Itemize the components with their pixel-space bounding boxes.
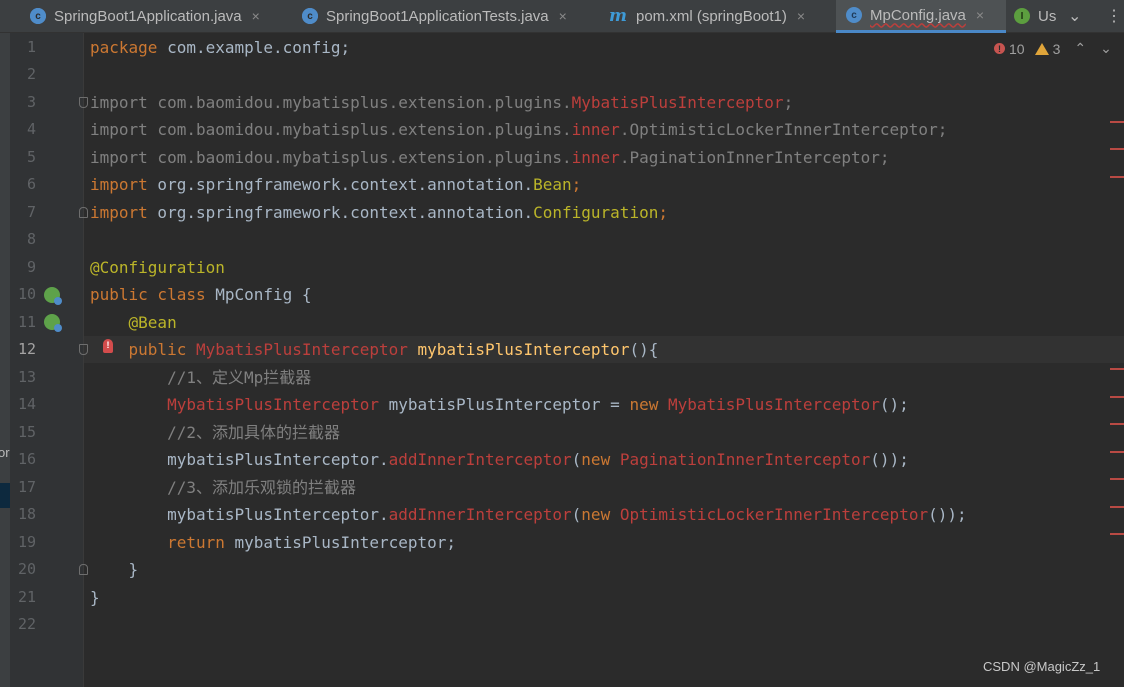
error-count: 10 — [1009, 40, 1025, 57]
line-number: 15 — [17, 423, 36, 441]
error-stripe-mark[interactable] — [1110, 148, 1124, 150]
error-stripe-mark[interactable] — [1110, 368, 1124, 370]
code-line-6: import org.springframework.context.annot… — [90, 175, 582, 194]
line-number: 7 — [26, 203, 36, 221]
line-number: 17 — [17, 478, 36, 496]
code-line-4: import com.baomidou.mybatisplus.extensio… — [90, 120, 948, 139]
line-number: 9 — [26, 258, 36, 276]
error-stripe-mark[interactable] — [1110, 423, 1124, 425]
line-number: 22 — [17, 615, 36, 633]
code-line-14: MybatisPlusInterceptor mybatisPlusInterc… — [167, 395, 909, 414]
error-stripe-mark[interactable] — [1110, 451, 1124, 453]
code-line-3: import com.baomidou.mybatisplus.extensio… — [90, 93, 794, 112]
inspection-widget[interactable]: ! 10 3 ⌃ ⌄ — [994, 40, 1112, 57]
error-stripe-mark[interactable] — [1110, 121, 1124, 123]
tab-springboot1application[interactable]: c SpringBoot1Application.java × — [30, 0, 298, 32]
code-line-13: //1、定义Mp拦截器 — [167, 368, 312, 387]
close-icon[interactable]: × — [252, 8, 260, 24]
next-problem-button[interactable]: ⌄ — [1100, 40, 1112, 57]
code-line-16: mybatisPlusInterceptor.addInnerIntercept… — [167, 450, 909, 469]
editor-tab-bar: c SpringBoot1Application.java × c Spring… — [0, 0, 1124, 33]
error-icon: ! — [994, 43, 1005, 54]
more-vertical-icon: ⋮ — [1106, 8, 1122, 25]
spring-bean-icon[interactable] — [44, 287, 62, 305]
code-line-7: import org.springframework.context.annot… — [90, 203, 668, 222]
line-number: 10 — [17, 285, 36, 303]
error-stripe-mark[interactable] — [1110, 533, 1124, 535]
tab-springboot1applicationtests[interactable]: c SpringBoot1ApplicationTests.java × — [302, 0, 602, 32]
tab-label: Us — [1038, 7, 1057, 25]
tab-mpconfig[interactable]: c MpConfig.java × — [836, 0, 1006, 33]
error-stripe-mark[interactable] — [1110, 506, 1124, 508]
line-number: 3 — [26, 93, 36, 111]
close-icon[interactable]: × — [559, 8, 567, 24]
tab-pom-xml[interactable]: m pom.xml (springBoot1) × — [608, 0, 834, 32]
code-line-15: //2、添加具体的拦截器 — [167, 423, 340, 442]
line-number: 21 — [17, 588, 36, 606]
tab-label: SpringBoot1ApplicationTests.java — [326, 7, 549, 25]
close-icon[interactable]: × — [976, 7, 984, 23]
code-line-11: @Bean — [128, 313, 177, 332]
error-stripe-mark[interactable] — [1110, 176, 1124, 178]
code-line-18: mybatisPlusInterceptor.addInnerIntercept… — [167, 505, 967, 524]
code-editor[interactable]: package com.example.config; import com.b… — [84, 33, 1104, 687]
interface-icon: I — [1014, 8, 1030, 24]
spring-bean-navigate-icon[interactable] — [44, 314, 62, 332]
code-line-12: public MybatisPlusInterceptor mybatisPlu… — [128, 340, 659, 359]
spring-class-icon: c — [302, 8, 318, 24]
warning-icon — [1034, 42, 1049, 55]
line-number: 1 — [26, 38, 36, 56]
more-options-button[interactable]: ⋮ — [1106, 0, 1122, 32]
close-icon[interactable]: × — [797, 8, 805, 24]
tab-label: SpringBoot1Application.java — [54, 7, 242, 25]
error-stripe-mark[interactable] — [1110, 478, 1124, 480]
spring-class-icon: c — [30, 8, 46, 24]
tool-strip-selection[interactable] — [0, 483, 10, 508]
chevron-down-icon: ⌄ — [1068, 8, 1082, 25]
warning-count: 3 — [1052, 40, 1061, 57]
line-number-gutter: 1 2 3 4 5 6 7 8 9 10 11 12 13 14 15 16 1… — [10, 33, 113, 687]
code-line-17: //3、添加乐观锁的拦截器 — [167, 478, 356, 497]
line-number: 18 — [17, 505, 36, 523]
line-number: 6 — [26, 175, 36, 193]
left-tool-strip: or — [0, 33, 10, 687]
code-line-21: } — [90, 588, 100, 607]
class-icon: c — [846, 7, 862, 23]
previous-problem-button[interactable]: ⌃ — [1074, 40, 1086, 57]
line-number: 2 — [26, 65, 36, 83]
code-line-9: @Configuration — [90, 258, 225, 277]
code-line-10: public class MpConfig { — [90, 285, 312, 304]
tool-strip-label: or — [0, 445, 10, 460]
code-line-20: } — [128, 560, 139, 579]
maven-icon: m — [609, 6, 627, 26]
line-number: 12 — [17, 340, 36, 358]
code-line-5: import com.baomidou.mybatisplus.extensio… — [90, 148, 890, 167]
line-number: 13 — [17, 368, 36, 386]
line-number: 8 — [26, 230, 36, 248]
tab-label: pom.xml (springBoot1) — [636, 7, 787, 25]
line-number: 16 — [17, 450, 36, 468]
line-number: 19 — [17, 533, 36, 551]
tab-label: MpConfig.java — [870, 6, 966, 24]
tab-us[interactable]: I Us — [1014, 0, 1060, 32]
code-line-1: package com.example.config; — [90, 38, 351, 57]
watermark: CSDN @MagicZz_1 — [983, 659, 1101, 674]
code-line-19: return mybatisPlusInterceptor; — [167, 533, 457, 552]
line-number: 4 — [26, 120, 36, 138]
error-stripe-mark[interactable] — [1110, 396, 1124, 398]
tab-list-dropdown[interactable]: ⌄ — [1068, 0, 1081, 32]
line-number: 11 — [17, 313, 36, 331]
line-number: 14 — [17, 395, 36, 413]
line-number: 5 — [26, 148, 36, 166]
line-number: 20 — [17, 560, 36, 578]
